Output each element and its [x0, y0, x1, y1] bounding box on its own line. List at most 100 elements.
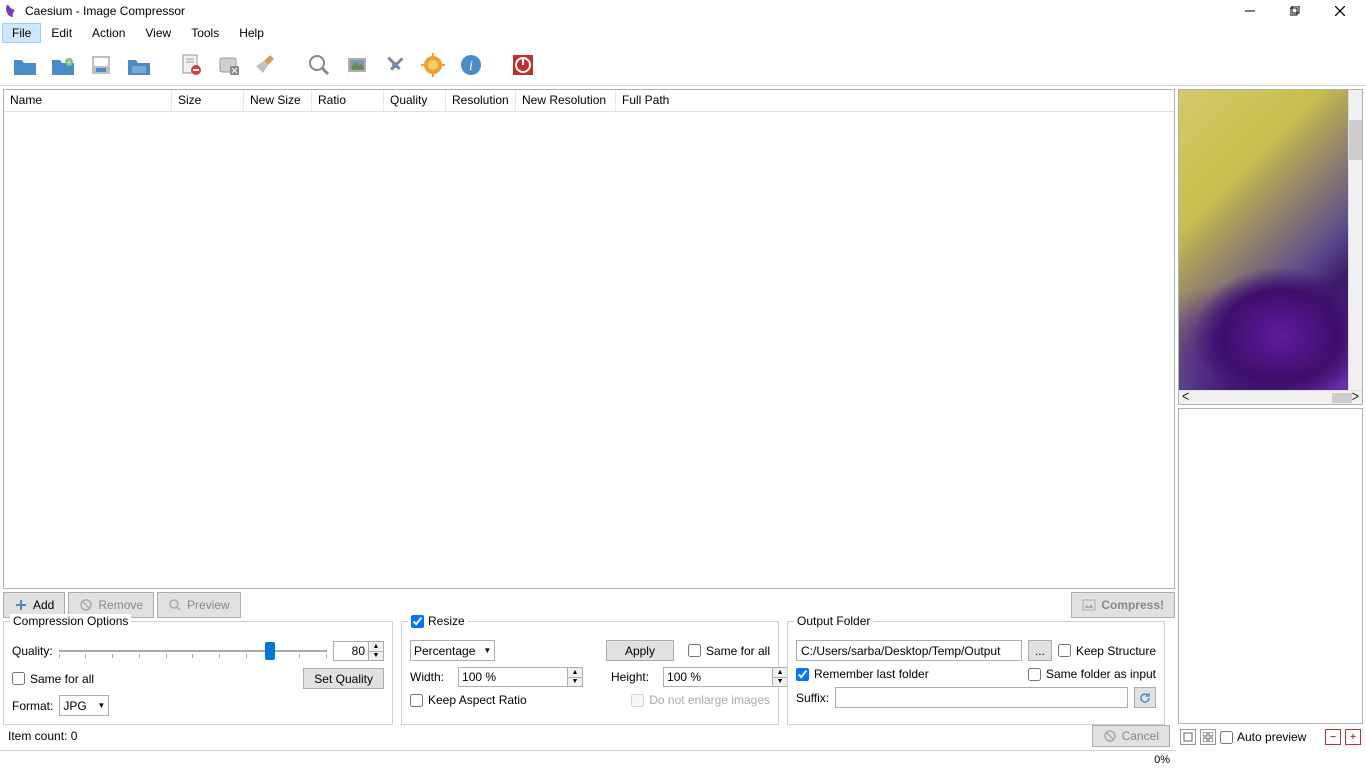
output-path-input[interactable]: [796, 640, 1022, 661]
keep-structure-checkbox[interactable]: Keep Structure: [1058, 644, 1156, 658]
resize-mode-select[interactable]: Percentage ▼: [410, 640, 495, 661]
maximize-button[interactable]: [1272, 0, 1317, 22]
reset-suffix-button[interactable]: [1134, 687, 1156, 708]
quality-slider[interactable]: [59, 640, 327, 662]
col-resolution[interactable]: Resolution: [446, 90, 516, 111]
close-button[interactable]: [1317, 0, 1362, 22]
plus-icon: [14, 598, 28, 612]
menu-view[interactable]: View: [135, 23, 181, 43]
menubar: File Edit Action View Tools Help: [0, 22, 1366, 44]
preview-image: [1179, 90, 1348, 390]
progress-label: 0%: [1154, 754, 1170, 766]
cancel-button[interactable]: Cancel: [1092, 725, 1170, 747]
col-ratio[interactable]: Ratio: [312, 90, 384, 111]
height-label: Height:: [611, 670, 649, 684]
preview-vscrollbar[interactable]: [1348, 90, 1362, 390]
update-icon[interactable]: [418, 50, 448, 80]
brush-clean-icon[interactable]: [252, 50, 282, 80]
open-folder-icon[interactable]: +: [48, 50, 78, 80]
format-label: Format:: [12, 699, 53, 713]
col-quality[interactable]: Quality: [384, 90, 446, 111]
open-file-icon[interactable]: [10, 50, 40, 80]
menu-action[interactable]: Action: [82, 23, 135, 43]
remove-label: Remove: [98, 598, 143, 612]
forbid-icon: [79, 598, 93, 612]
menu-edit[interactable]: Edit: [41, 23, 82, 43]
resize-checkbox[interactable]: [411, 615, 424, 628]
fit-button[interactable]: [1180, 729, 1196, 745]
spin-down[interactable]: ▼: [369, 652, 383, 661]
resize-title: Resize: [408, 614, 468, 628]
preview-compressed: [1178, 408, 1363, 724]
width-value[interactable]: [459, 668, 567, 686]
format-select[interactable]: JPG ▼: [59, 695, 109, 716]
menu-file[interactable]: File: [2, 23, 41, 43]
add-label: Add: [33, 598, 54, 612]
button-bar: Add Remove Preview Compress!: [3, 592, 1175, 618]
compress-icon[interactable]: [342, 50, 372, 80]
set-quality-button[interactable]: Set Quality: [303, 668, 384, 689]
about-icon[interactable]: i: [456, 50, 486, 80]
original-size-button[interactable]: [1200, 729, 1216, 745]
minimize-button[interactable]: [1227, 0, 1272, 22]
output-title: Output Folder: [794, 614, 873, 628]
resize-same-for-all-checkbox[interactable]: Same for all: [688, 644, 770, 658]
col-fullpath[interactable]: Full Path: [616, 90, 1174, 111]
compression-group: Compression Options Quality: ▲▼: [3, 621, 393, 725]
resize-mode-value: Percentage: [414, 644, 475, 658]
same-folder-checkbox[interactable]: Same folder as input: [1028, 667, 1156, 681]
settings-icon[interactable]: [380, 50, 410, 80]
itemcount-bar: Item count: 0 Cancel: [3, 725, 1175, 747]
remove-item-icon[interactable]: [176, 50, 206, 80]
clear-list-icon[interactable]: [214, 50, 244, 80]
compression-title: Compression Options: [10, 614, 131, 628]
item-count-label: Item count: 0: [8, 729, 77, 743]
keep-aspect-checkbox[interactable]: Keep Aspect Ratio: [410, 693, 527, 707]
quality-value[interactable]: [334, 642, 368, 660]
preview-panel: ᐸᐳ Auto preview − +: [1178, 86, 1366, 750]
load-list-icon[interactable]: [124, 50, 154, 80]
preview-hscrollbar[interactable]: ᐸᐳ: [1179, 390, 1362, 404]
exit-icon[interactable]: [508, 50, 538, 80]
menu-tools[interactable]: Tools: [181, 23, 229, 43]
remember-folder-checkbox[interactable]: Remember last folder: [796, 667, 929, 681]
preview-icon[interactable]: [304, 50, 334, 80]
auto-preview-checkbox[interactable]: Auto preview: [1220, 730, 1306, 744]
col-size[interactable]: Size: [172, 90, 244, 111]
preview-controls: Auto preview − +: [1178, 727, 1363, 747]
col-newresolution[interactable]: New Resolution: [516, 90, 616, 111]
suffix-label: Suffix:: [796, 691, 829, 705]
zoom-out-button[interactable]: −: [1325, 729, 1341, 745]
save-list-icon[interactable]: [86, 50, 116, 80]
height-value[interactable]: [664, 668, 772, 686]
preview-button[interactable]: Preview: [157, 592, 241, 618]
compress-label: Compress!: [1101, 598, 1164, 612]
svg-text:+: +: [67, 60, 71, 67]
statusbar: 0%: [0, 750, 1176, 768]
quality-spinner[interactable]: ▲▼: [333, 641, 384, 661]
window-title: Caesium - Image Compressor: [25, 4, 185, 18]
col-name[interactable]: Name: [4, 90, 172, 111]
browse-button[interactable]: ...: [1028, 640, 1052, 661]
scroll-left-icon[interactable]: ᐸ: [1182, 392, 1189, 403]
same-for-all-label: Same for all: [30, 672, 94, 686]
titlebar: Caesium - Image Compressor: [0, 0, 1366, 22]
same-for-all-checkbox[interactable]: Same for all: [12, 672, 94, 686]
col-newsize[interactable]: New Size: [244, 90, 312, 111]
spin-up[interactable]: ▲: [369, 642, 383, 652]
zoom-in-button[interactable]: +: [1345, 729, 1361, 745]
magnifier-icon: [168, 598, 182, 612]
width-spinner[interactable]: ▲▼: [458, 667, 583, 687]
apply-button[interactable]: Apply: [606, 640, 674, 661]
file-table[interactable]: Name Size New Size Ratio Quality Resolut…: [3, 89, 1175, 589]
toolbar: + i: [0, 44, 1366, 86]
compress-button[interactable]: Compress!: [1071, 592, 1175, 618]
menu-help[interactable]: Help: [229, 23, 274, 43]
svg-text:i: i: [469, 59, 473, 74]
output-group: Output Folder ... Keep Structure Remembe…: [787, 621, 1165, 725]
width-label: Width:: [410, 670, 444, 684]
height-spinner[interactable]: ▲▼: [663, 667, 788, 687]
suffix-input[interactable]: [835, 687, 1128, 708]
scroll-right-icon[interactable]: ᐳ: [1352, 392, 1359, 403]
preview-original: ᐸᐳ: [1178, 89, 1363, 405]
